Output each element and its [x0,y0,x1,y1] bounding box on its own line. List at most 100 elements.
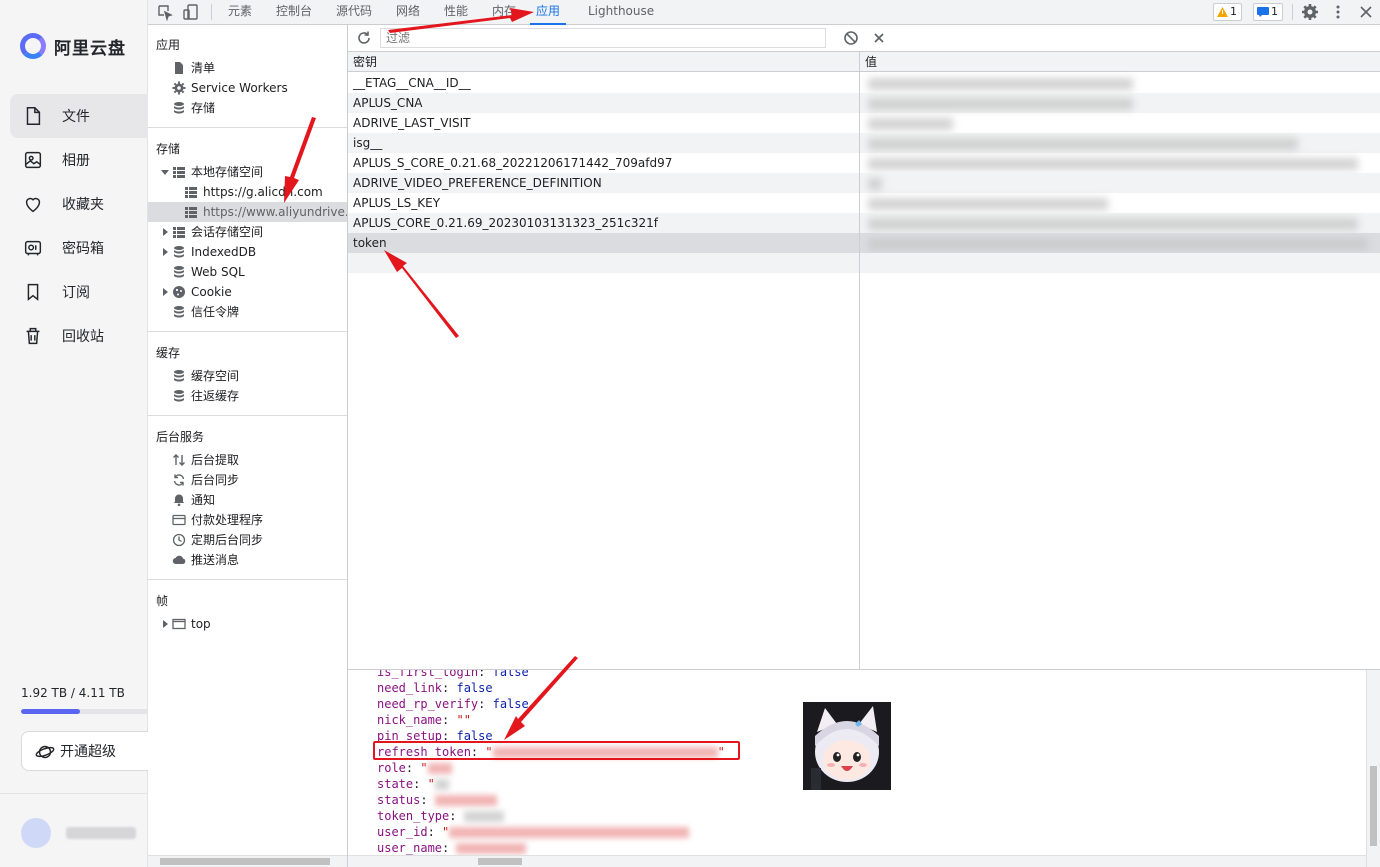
preview-line: need_link: false [377,681,493,695]
tree-item-background-fetch[interactable]: 后台提取 [148,450,347,470]
tree-label: https://www.aliyundrive.com [203,205,347,219]
tree-item-periodic-sync[interactable]: 定期后台同步 [148,530,347,550]
section-divider [148,331,347,332]
row-key: ADRIVE_LAST_VISIT [353,116,471,130]
row-key: APLUS_S_CORE_0.21.68_20221206171442_709a… [353,156,673,170]
gear-icon[interactable] [1301,3,1319,21]
tab-application[interactable]: 应用 [530,0,567,25]
table-row-empty[interactable] [348,253,1380,273]
preview-line: status: [377,792,497,808]
collapse-arrow-icon[interactable] [163,288,168,296]
scrollbar-thumb[interactable] [478,858,522,865]
section-title-application: 应用 [156,38,181,52]
column-header-key[interactable]: 密钥 [348,52,377,72]
nav-item-subscriptions[interactable]: 订阅 [10,270,148,314]
tab-lighthouse[interactable]: Lighthouse [582,0,660,25]
tree-item-frame-top[interactable]: top [148,614,347,634]
grid-icon [173,167,185,178]
upgrade-vip-label: 开通超级 [60,744,116,760]
table-row[interactable]: ADRIVE_LAST_VISIT [348,113,1380,133]
tree-horizontal-scrollbar[interactable] [148,855,347,867]
database-icon [174,246,184,258]
brand-name: 阿里云盘 [54,38,126,59]
more-options-icon[interactable] [1329,3,1347,21]
clear-all-icon[interactable] [843,30,859,46]
section-title-storage: 存储 [156,142,181,156]
tree-label: IndexedDB [191,245,257,259]
tree-item-storage[interactable]: 存储 [148,98,347,118]
expand-arrow-icon[interactable] [161,170,169,175]
tree-item-manifest[interactable]: 清单 [148,58,347,78]
close-icon[interactable] [1357,3,1375,21]
delete-selected-icon[interactable] [871,30,887,46]
collapse-arrow-icon[interactable] [163,620,168,628]
tree-item-trust-tokens[interactable]: 信任令牌 [148,302,347,322]
table-row[interactable]: APLUS_S_CORE_0.21.68_20221206171442_709a… [348,153,1380,173]
preview-vertical-scrollbar[interactable] [1366,670,1380,867]
collapse-arrow-icon[interactable] [163,248,168,256]
row-value-redacted [868,158,1358,170]
aliyun-logo-icon [20,33,46,59]
nav-label: 文件 [62,109,90,125]
tab-network[interactable]: 网络 [390,0,426,25]
tree-item-cache-storage[interactable]: 缓存空间 [148,366,347,386]
tree-item-session-storage[interactable]: 会话存储空间 [148,222,347,242]
tree-item-bfcache[interactable]: 往返缓存 [148,386,347,406]
tab-sources[interactable]: 源代码 [330,0,378,25]
storage-panel: 密钥 值 __ETAG__CNA__ID__ APLUS_CNA ADRIVE_… [348,25,1380,867]
tree-item-background-sync[interactable]: 后台同步 [148,470,347,490]
nav-item-favorites[interactable]: 收藏夹 [10,182,148,226]
tab-elements[interactable]: 元素 [222,0,258,25]
row-key: APLUS_CORE_0.21.69_20230103131323_251c32… [353,216,658,230]
tree-item-origin-alicdn[interactable]: https://g.alicdn.com [148,182,347,202]
tree-label: 往返缓存 [191,389,240,403]
user-profile[interactable] [0,793,148,867]
messages-badge[interactable]: 1 [1253,3,1283,21]
nav-item-safe[interactable]: 密码箱 [10,226,148,270]
tree-item-notifications[interactable]: 通知 [148,490,347,510]
tree-item-websql[interactable]: Web SQL [148,262,347,282]
inspect-element-icon[interactable] [156,3,174,21]
preview-horizontal-scrollbar[interactable] [348,855,1366,867]
redacted-value [456,843,527,854]
filter-input[interactable] [380,28,826,48]
scrollbar-thumb[interactable] [160,858,330,865]
table-row[interactable]: __ETAG__CNA__ID__ [348,73,1380,93]
scrollbar-thumb[interactable] [1370,766,1377,846]
table-row[interactable]: ADRIVE_VIDEO_PREFERENCE_DEFINITION [348,173,1380,193]
upgrade-vip-button[interactable]: 开通超级 [21,731,161,771]
storage-quota-text: 1.92 TB / 4.11 TB [21,686,125,700]
clock-icon [172,533,186,547]
column-header-value[interactable]: 值 [860,52,877,72]
heart-icon [25,197,41,213]
file-icon [26,107,41,125]
tree-item-local-storage[interactable]: 本地存储空间 [148,162,347,182]
nav-item-trash[interactable]: 回收站 [10,314,148,358]
column-divider[interactable] [859,52,860,669]
row-value-redacted [868,98,1133,110]
table-row[interactable]: APLUS_LS_KEY [348,193,1380,213]
tree-item-indexeddb[interactable]: IndexedDB [148,242,347,262]
refresh-icon[interactable] [356,30,372,46]
tree-item-push-messaging[interactable]: 推送消息 [148,550,347,570]
tab-console[interactable]: 控制台 [270,0,318,25]
avatar[interactable] [21,818,51,848]
tree-item-service-workers[interactable]: Service Workers [148,78,347,98]
table-row[interactable]: APLUS_CNA [348,93,1380,113]
tree-item-origin-aliyundrive[interactable]: https://www.aliyundrive.com [148,202,347,222]
tree-item-cookie[interactable]: Cookie [148,282,347,302]
table-row-selected[interactable]: token [348,233,1380,253]
nav-item-files[interactable]: 文件 [10,94,148,138]
tree-item-payment-handler[interactable]: 付款处理程序 [148,510,347,530]
collapse-arrow-icon[interactable] [163,228,168,236]
warnings-badge[interactable]: 1 [1213,3,1242,21]
device-toolbar-icon[interactable] [182,3,200,21]
gear-icon [172,81,186,95]
tab-performance[interactable]: 性能 [438,0,474,25]
section-title-frames: 帧 [156,594,169,608]
table-row[interactable]: APLUS_CORE_0.21.69_20230103131323_251c32… [348,213,1380,233]
table-row[interactable]: isg__ [348,133,1380,153]
brand-logo[interactable]: 阿里云盘 [20,33,126,59]
tab-memory[interactable]: 内存 [486,0,522,25]
nav-item-photos[interactable]: 相册 [10,138,148,182]
